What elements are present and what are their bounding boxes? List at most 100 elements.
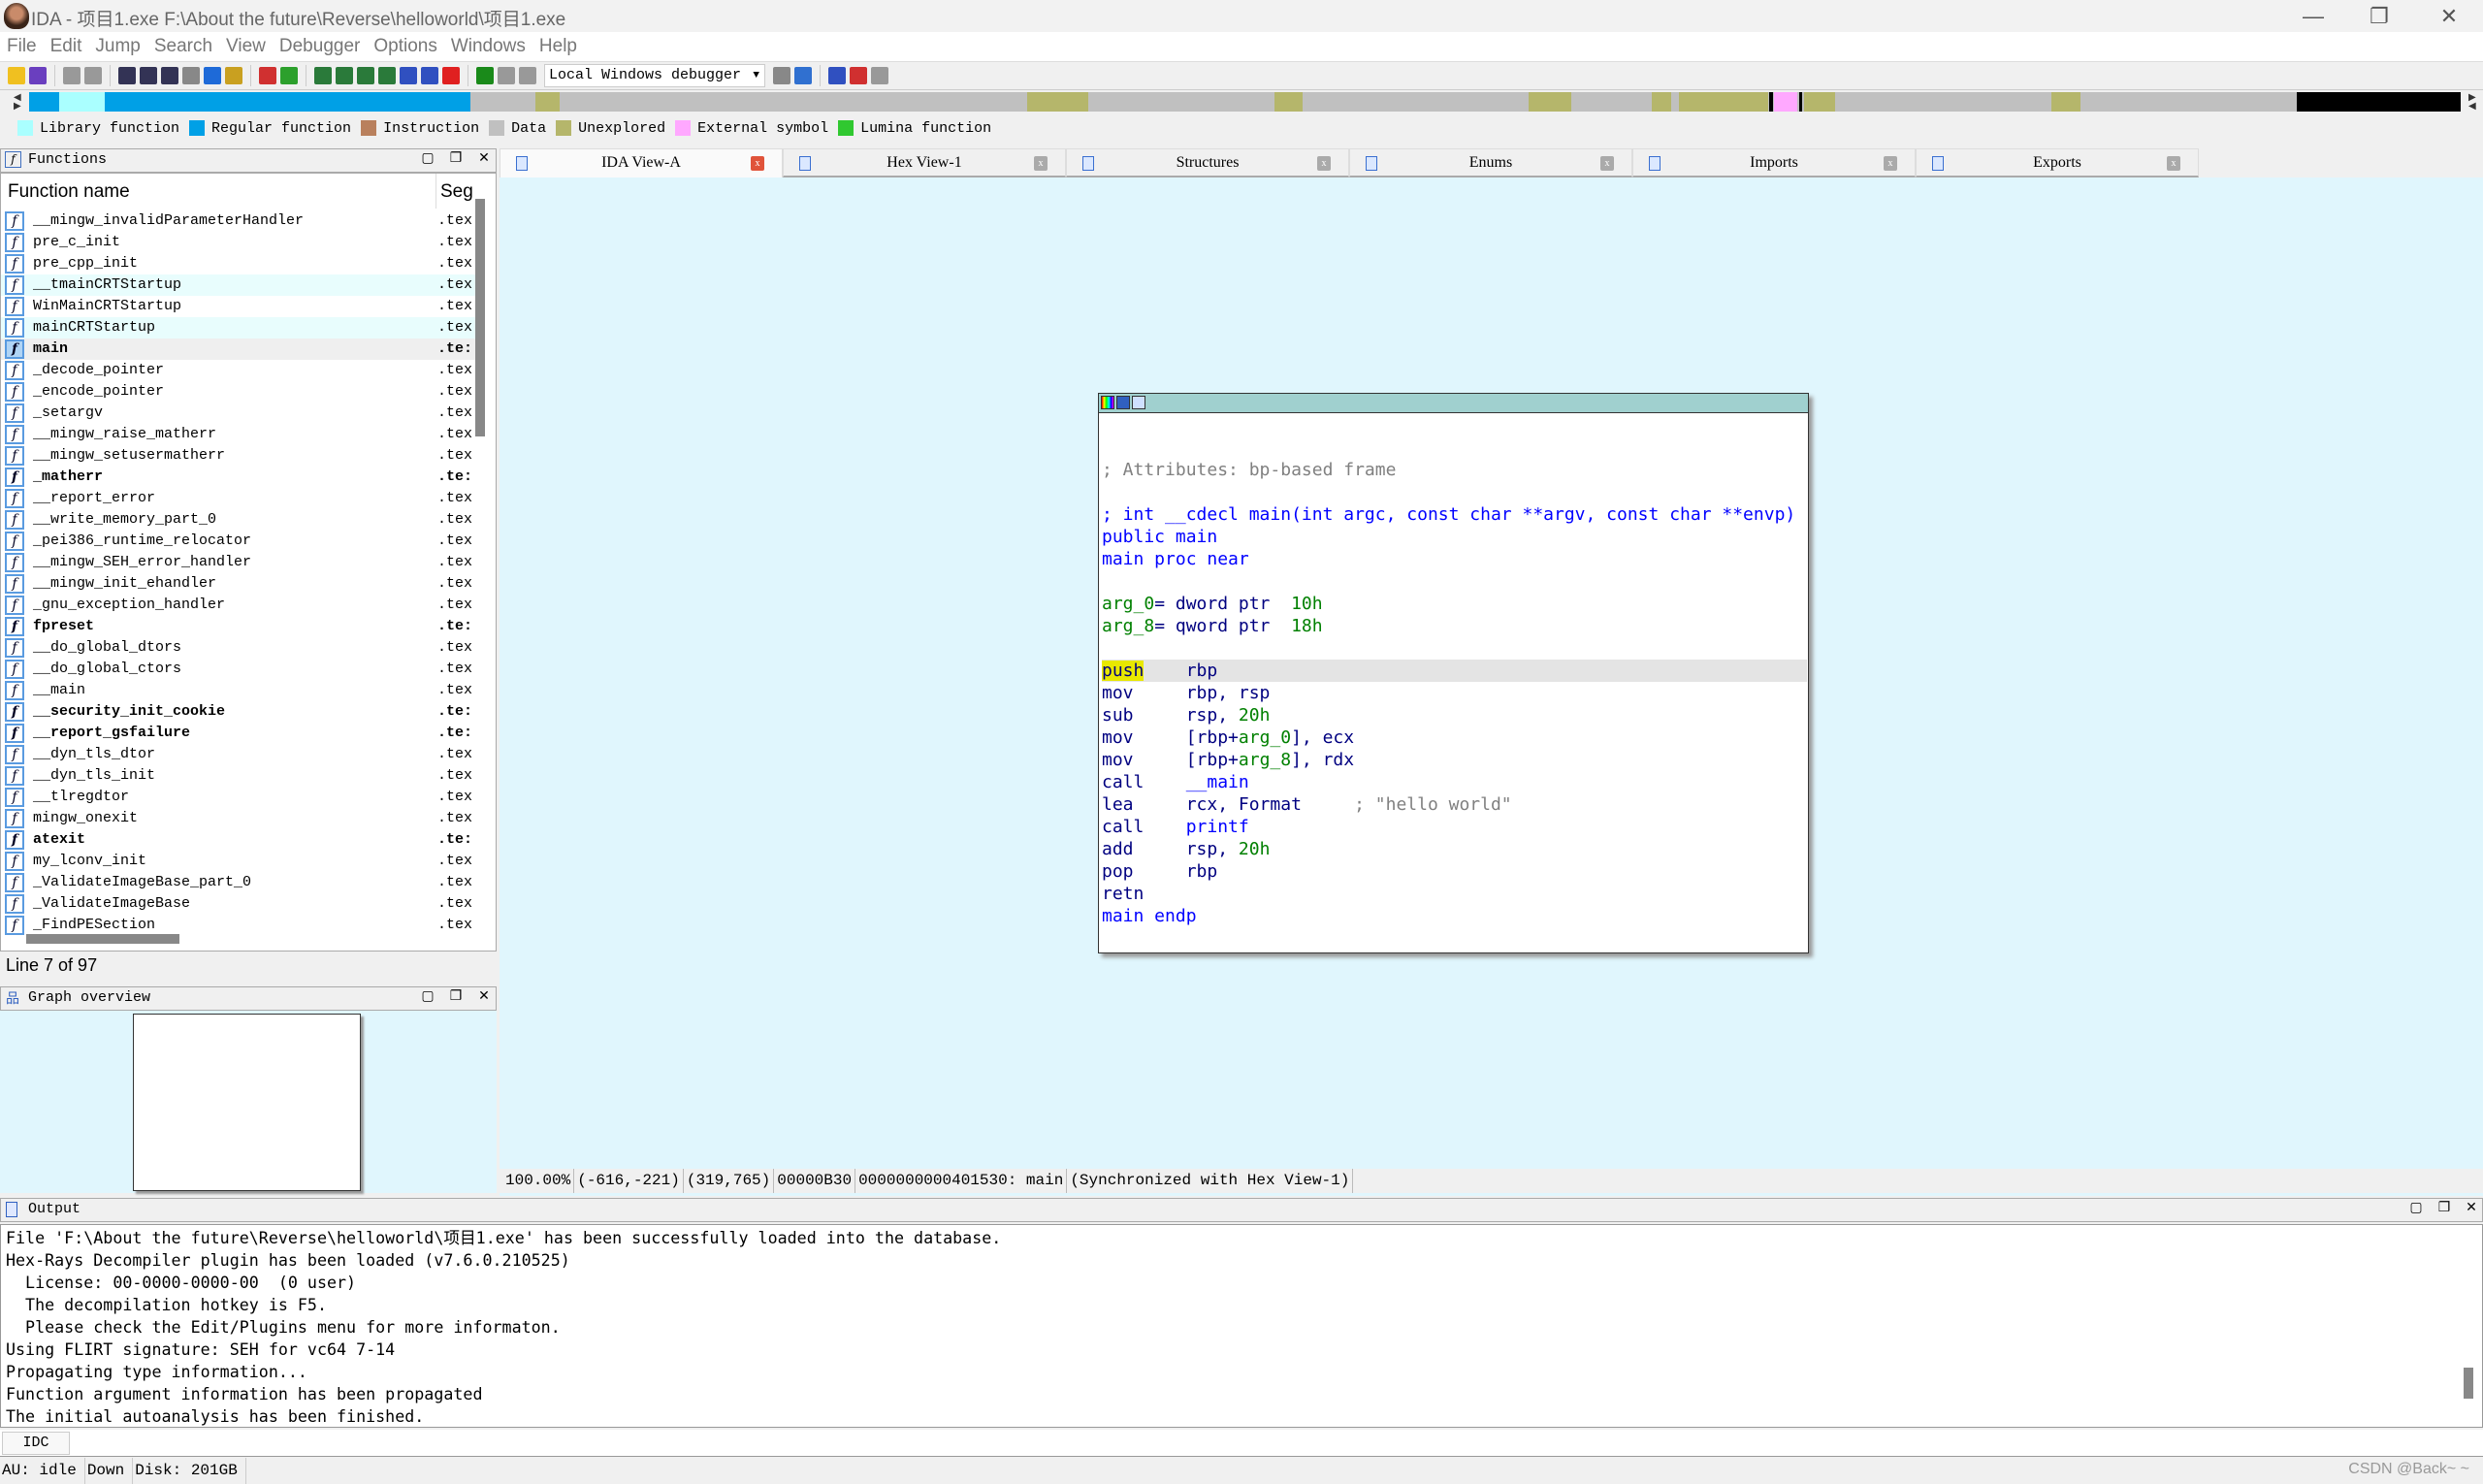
define-struct-icon[interactable] (400, 67, 417, 84)
menu-options[interactable]: Options (367, 32, 443, 57)
code-line[interactable]: mov rbp, rsp (1102, 682, 1807, 704)
function-row[interactable]: f __mingw_invalidParameterHandler .tex (1, 210, 476, 232)
function-row[interactable]: f _pei386_runtime_relocator .tex (1, 531, 476, 552)
code-line[interactable]: main proc near (1102, 548, 1807, 570)
code-line[interactable]: pop rbp (1102, 860, 1807, 883)
menu-windows[interactable]: Windows (444, 32, 532, 57)
float-panel-icon[interactable]: ❐ (442, 149, 469, 170)
code-line[interactable]: add rsp, 20h (1102, 838, 1807, 860)
float-panel-icon[interactable]: ❐ (2431, 1199, 2458, 1219)
function-row[interactable]: f __do_global_ctors .tex (1, 659, 476, 680)
code-line[interactable]: lea rcx, Format ; "hello world" (1102, 793, 1807, 816)
close-panel-icon[interactable]: ✕ (2458, 1199, 2483, 1219)
function-row[interactable]: f _setargv .tex (1, 403, 476, 424)
function-row[interactable]: f _FindPESection .tex (1, 915, 476, 936)
close-button[interactable]: ✕ (2415, 0, 2483, 32)
code-line[interactable]: ; int __cdecl main(int argc, const char … (1102, 503, 1807, 526)
tab-exports[interactable]: Exports x (1916, 148, 2199, 177)
graph-overview-viewport[interactable] (133, 1014, 361, 1191)
code-line[interactable]: arg_0= dword ptr 10h (1102, 593, 1807, 615)
group-nodes-icon[interactable] (1132, 396, 1145, 409)
close-panel-icon[interactable]: ✕ (470, 987, 498, 1008)
make-ascii-icon[interactable] (357, 67, 374, 84)
maximize-panel-icon[interactable]: ▢ (414, 987, 441, 1008)
code-line[interactable]: retn (1102, 883, 1807, 905)
functions-vertical-scrollbar[interactable] (475, 199, 485, 436)
code-line[interactable]: call printf (1102, 816, 1807, 838)
strings-icon[interactable] (259, 67, 276, 84)
function-row[interactable]: f _ValidateImageBase .tex (1, 893, 476, 915)
add-breakpoint-icon[interactable] (850, 67, 867, 84)
function-row[interactable]: f __mingw_setusermatherr .tex (1, 445, 476, 467)
restore-button[interactable]: ❐ (2345, 0, 2413, 32)
code-line[interactable]: public main (1102, 526, 1807, 548)
function-row[interactable]: f __tmainCRTStartup .tex (1, 274, 476, 296)
idc-language-button[interactable]: IDC (2, 1432, 70, 1455)
navigation-band[interactable] (29, 92, 2461, 112)
function-row[interactable]: f __report_error .tex (1, 488, 476, 509)
breakpoints-icon[interactable] (828, 67, 846, 84)
tab-close-icon[interactable]: x (2167, 156, 2180, 171)
code-line[interactable]: push rbp (1102, 660, 1807, 682)
save-icon[interactable] (29, 67, 47, 84)
forward-icon[interactable] (84, 67, 102, 84)
make-data-icon[interactable] (336, 67, 353, 84)
function-row[interactable]: f __dyn_tls_init .tex (1, 765, 476, 787)
back-icon[interactable] (63, 67, 81, 84)
function-row[interactable]: f main .te: (1, 339, 476, 360)
menu-search[interactable]: Search (147, 32, 219, 57)
text-search-icon[interactable] (118, 67, 136, 84)
code-line[interactable]: ; Attributes: bp-based frame (1102, 459, 1807, 481)
function-row[interactable]: f fpreset .te: (1, 616, 476, 637)
function-row[interactable]: f __mingw_SEH_error_handler .tex (1, 552, 476, 573)
play-icon[interactable] (476, 67, 494, 84)
function-graph-node[interactable]: ; Attributes: bp-based frame ; int __cdec… (1098, 393, 1809, 953)
function-row[interactable]: f mainCRTStartup .tex (1, 317, 476, 339)
column-function-name[interactable]: Function name (8, 181, 130, 203)
make-array-icon[interactable] (378, 67, 396, 84)
binary-search-icon[interactable] (140, 67, 157, 84)
output-log[interactable]: File 'F:\About the future\Reverse\hellow… (0, 1224, 2483, 1428)
rename-icon[interactable] (1116, 396, 1130, 409)
function-row[interactable]: f __report_gsfailure .te: (1, 723, 476, 744)
function-row[interactable]: f __tlregdtor .tex (1, 787, 476, 808)
function-row[interactable]: f _ValidateImageBase_part_0 .tex (1, 872, 476, 893)
tab-imports[interactable]: Imports x (1632, 148, 1916, 177)
function-row[interactable]: f my_lconv_init .tex (1, 851, 476, 872)
make-code-icon[interactable] (314, 67, 332, 84)
tab-ida-view-a[interactable]: IDA View-A x (500, 148, 783, 177)
find-icon[interactable] (225, 67, 242, 84)
code-line[interactable]: call __main (1102, 771, 1807, 793)
function-row[interactable]: f pre_cpp_init .tex (1, 253, 476, 274)
tab-close-icon[interactable]: x (1317, 156, 1331, 171)
code-line[interactable]: mov [rbp+arg_8], rdx (1102, 749, 1807, 771)
function-row[interactable]: f _decode_pointer .tex (1, 360, 476, 381)
tab-hex-view-1[interactable]: Hex View-1 x (783, 148, 1066, 177)
menu-edit[interactable]: Edit (44, 32, 89, 57)
undefine-icon[interactable] (442, 67, 460, 84)
maximize-panel-icon[interactable]: ▢ (414, 149, 441, 170)
minimize-button[interactable]: — (2279, 0, 2347, 32)
tab-structures[interactable]: Structures x (1066, 148, 1349, 177)
function-row[interactable]: f __mingw_raise_matherr .tex (1, 424, 476, 445)
code-line[interactable]: sub rsp, 20h (1102, 704, 1807, 726)
nav-left-arrow-icon[interactable]: ◀ ▶ (14, 93, 21, 112)
attach-icon[interactable] (773, 67, 790, 84)
function-row[interactable]: f __dyn_tls_dtor .tex (1, 744, 476, 765)
function-row[interactable]: f _encode_pointer .tex (1, 381, 476, 403)
menu-debugger[interactable]: Debugger (273, 32, 367, 57)
tab-close-icon[interactable]: x (751, 156, 764, 171)
menu-view[interactable]: View (219, 32, 273, 57)
function-row[interactable]: f __mingw_init_ehandler .tex (1, 573, 476, 595)
nav-right-arrow-icon[interactable]: ▶ ◀ (2468, 93, 2476, 112)
menu-help[interactable]: Help (532, 32, 584, 57)
edit-icon[interactable] (421, 67, 438, 84)
disassembly[interactable]: ; Attributes: bp-based frame ; int __cdec… (1102, 414, 1807, 927)
tab-enums[interactable]: Enums x (1349, 148, 1632, 177)
function-row[interactable]: f _gnu_exception_handler .tex (1, 595, 476, 616)
debugger-select[interactable]: Local Windows debugger ▼ (544, 64, 765, 87)
function-row[interactable]: f atexit .te: (1, 829, 476, 851)
function-row[interactable]: f __do_global_dtors .tex (1, 637, 476, 659)
jump-down-icon[interactable] (204, 67, 221, 84)
search-next-icon[interactable] (182, 67, 200, 84)
